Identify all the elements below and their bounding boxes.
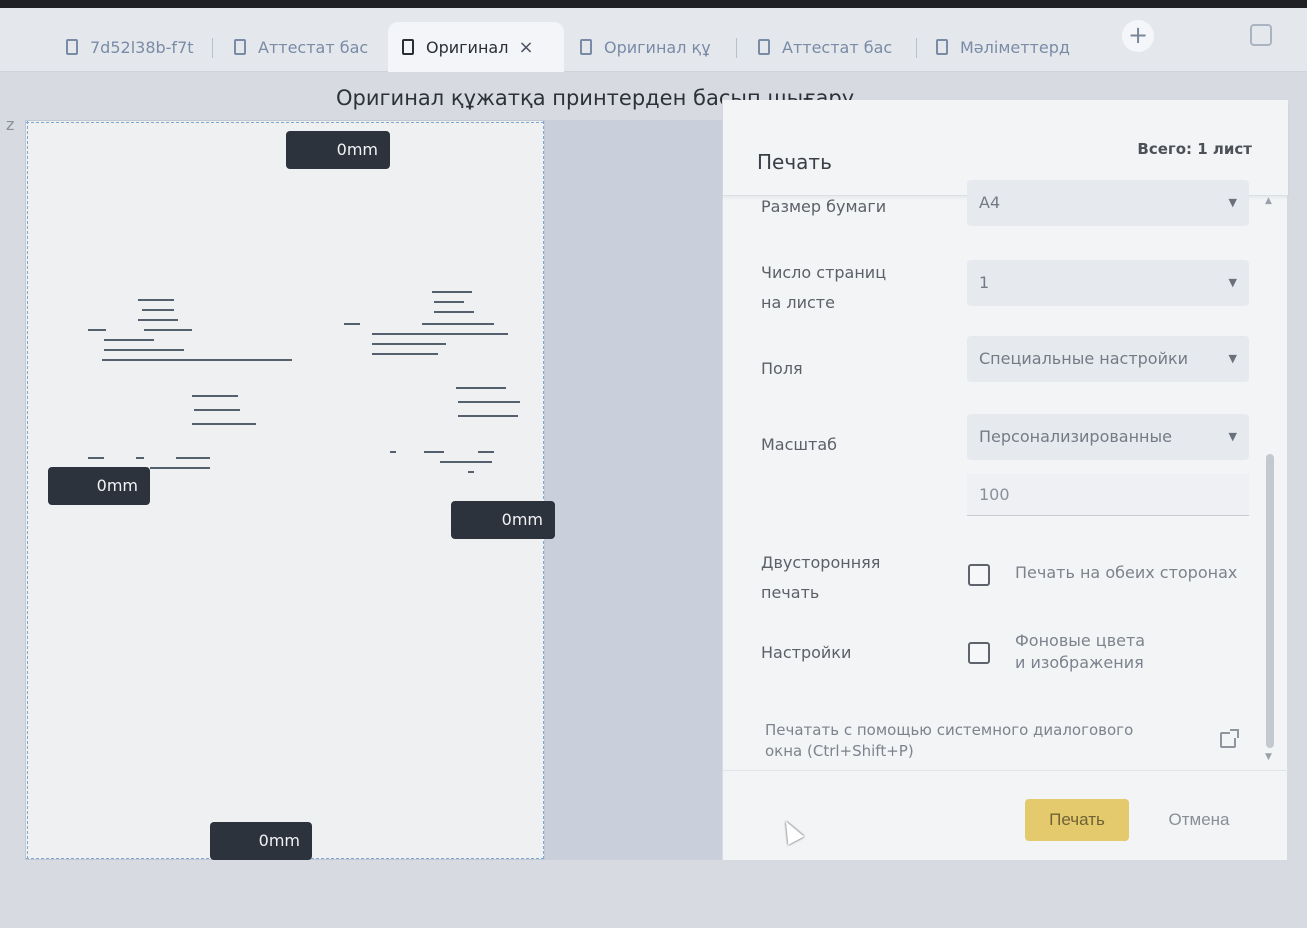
- tab-separator: [212, 38, 213, 58]
- scroll-down-icon[interactable]: ▼: [1265, 752, 1272, 762]
- scale-input[interactable]: 100: [967, 474, 1249, 516]
- scroll-up-icon[interactable]: ▲: [1265, 196, 1272, 206]
- tab-separator: [736, 38, 737, 58]
- tab-4[interactable]: Оригинал құ: [566, 26, 726, 68]
- print-button[interactable]: Печать: [1025, 799, 1129, 841]
- tab-search-icon[interactable]: [1250, 24, 1272, 46]
- tab-2[interactable]: Аттестат бас: [220, 26, 380, 68]
- chevron-down-icon: ▼: [1228, 276, 1237, 289]
- new-tab-button[interactable]: +: [1122, 20, 1154, 52]
- print-preview-sheet: 0mm 0mm 0mm 0mm: [25, 120, 555, 860]
- margins-label: Поля: [761, 359, 803, 378]
- settings-scrollbar[interactable]: ▲ ▼: [1263, 196, 1277, 768]
- margin-right-handle[interactable]: 0mm: [451, 501, 555, 539]
- tab-5[interactable]: Аттестат бас: [744, 26, 910, 68]
- system-dialog-link[interactable]: Печатать с помощью системного диалоговог…: [765, 720, 1195, 762]
- cancel-button[interactable]: Отмена: [1151, 799, 1247, 841]
- paper-size-value: A4: [979, 193, 1001, 212]
- window-top-bar: [0, 0, 1307, 8]
- background-graphics-label: Фоновые цвета и изображения: [1015, 631, 1146, 672]
- paper-size-select[interactable]: A4 ▼: [967, 180, 1249, 226]
- tab-1[interactable]: 7d52l38b-f7t: [52, 26, 202, 68]
- document-icon: [66, 39, 78, 55]
- document-icon: [758, 39, 770, 55]
- print-panel-title: Печать: [757, 150, 832, 174]
- margin-left-handle[interactable]: 0mm: [48, 467, 150, 505]
- tab-active[interactable]: Оригинал ×: [388, 22, 564, 72]
- margin-bottom-handle[interactable]: 0mm: [210, 822, 312, 860]
- scrollbar-thumb[interactable]: [1266, 454, 1274, 748]
- background-graphics-checkbox[interactable]: [968, 642, 990, 664]
- pages-per-sheet-value: 1: [979, 273, 990, 292]
- close-icon[interactable]: ×: [518, 37, 533, 58]
- side-marker: z: [6, 115, 15, 134]
- margins-value: Специальные настройки: [979, 349, 1189, 368]
- scale-select[interactable]: Персонализированные ▼: [967, 414, 1249, 460]
- chevron-down-icon: ▼: [1228, 352, 1237, 365]
- tab-label: Оригинал құ: [604, 37, 711, 57]
- margin-guide-left: [27, 121, 28, 859]
- options-label: Настройки: [761, 643, 852, 662]
- open-external-icon[interactable]: [1220, 729, 1239, 748]
- pages-per-sheet-select[interactable]: 1 ▼: [967, 260, 1249, 306]
- print-settings-panel: Печать Всего: 1 лист Размер бумаги A4 ▼ …: [722, 100, 1288, 860]
- scale-value: Персонализированные: [979, 427, 1172, 446]
- duplex-checkbox[interactable]: [968, 564, 990, 586]
- chevron-down-icon: ▼: [1228, 430, 1237, 443]
- document-icon: [936, 39, 948, 55]
- duplex-option-label: Печать на обеих сторонах: [1015, 563, 1238, 582]
- tab-label: Аттестат бас: [782, 37, 893, 57]
- tab-separator: [916, 38, 917, 58]
- tab-label: Аттестат бас: [258, 37, 369, 57]
- tab-label: Мәліметтерд: [960, 37, 1070, 57]
- print-panel-footer: Печать Отмена: [723, 770, 1288, 860]
- margins-select[interactable]: Специальные настройки ▼: [967, 336, 1249, 382]
- document-icon: [580, 39, 592, 55]
- paper-size-label: Размер бумаги: [761, 197, 887, 216]
- tab-6[interactable]: Мәліметтерд: [922, 26, 1088, 68]
- margin-top-handle[interactable]: 0mm: [286, 131, 390, 169]
- sheet-count: Всего: 1 лист: [1137, 140, 1252, 158]
- margin-guide-top: [26, 122, 544, 123]
- tab-label: Оригинал: [426, 37, 509, 57]
- scale-label: Масштаб: [761, 435, 838, 454]
- preview-background: [545, 120, 725, 860]
- duplex-label: Двусторонняя печать: [761, 553, 881, 602]
- document-icon: [234, 39, 246, 55]
- chevron-down-icon: ▼: [1228, 196, 1237, 209]
- tab-strip: 7d52l38b-f7t Аттестат бас Оригинал × Ори…: [0, 8, 1307, 72]
- pages-per-sheet-label: Число страниц на листе: [761, 263, 887, 312]
- margin-guide-right: [543, 121, 544, 859]
- tab-label: 7d52l38b-f7t: [90, 37, 194, 57]
- document-icon: [402, 39, 414, 55]
